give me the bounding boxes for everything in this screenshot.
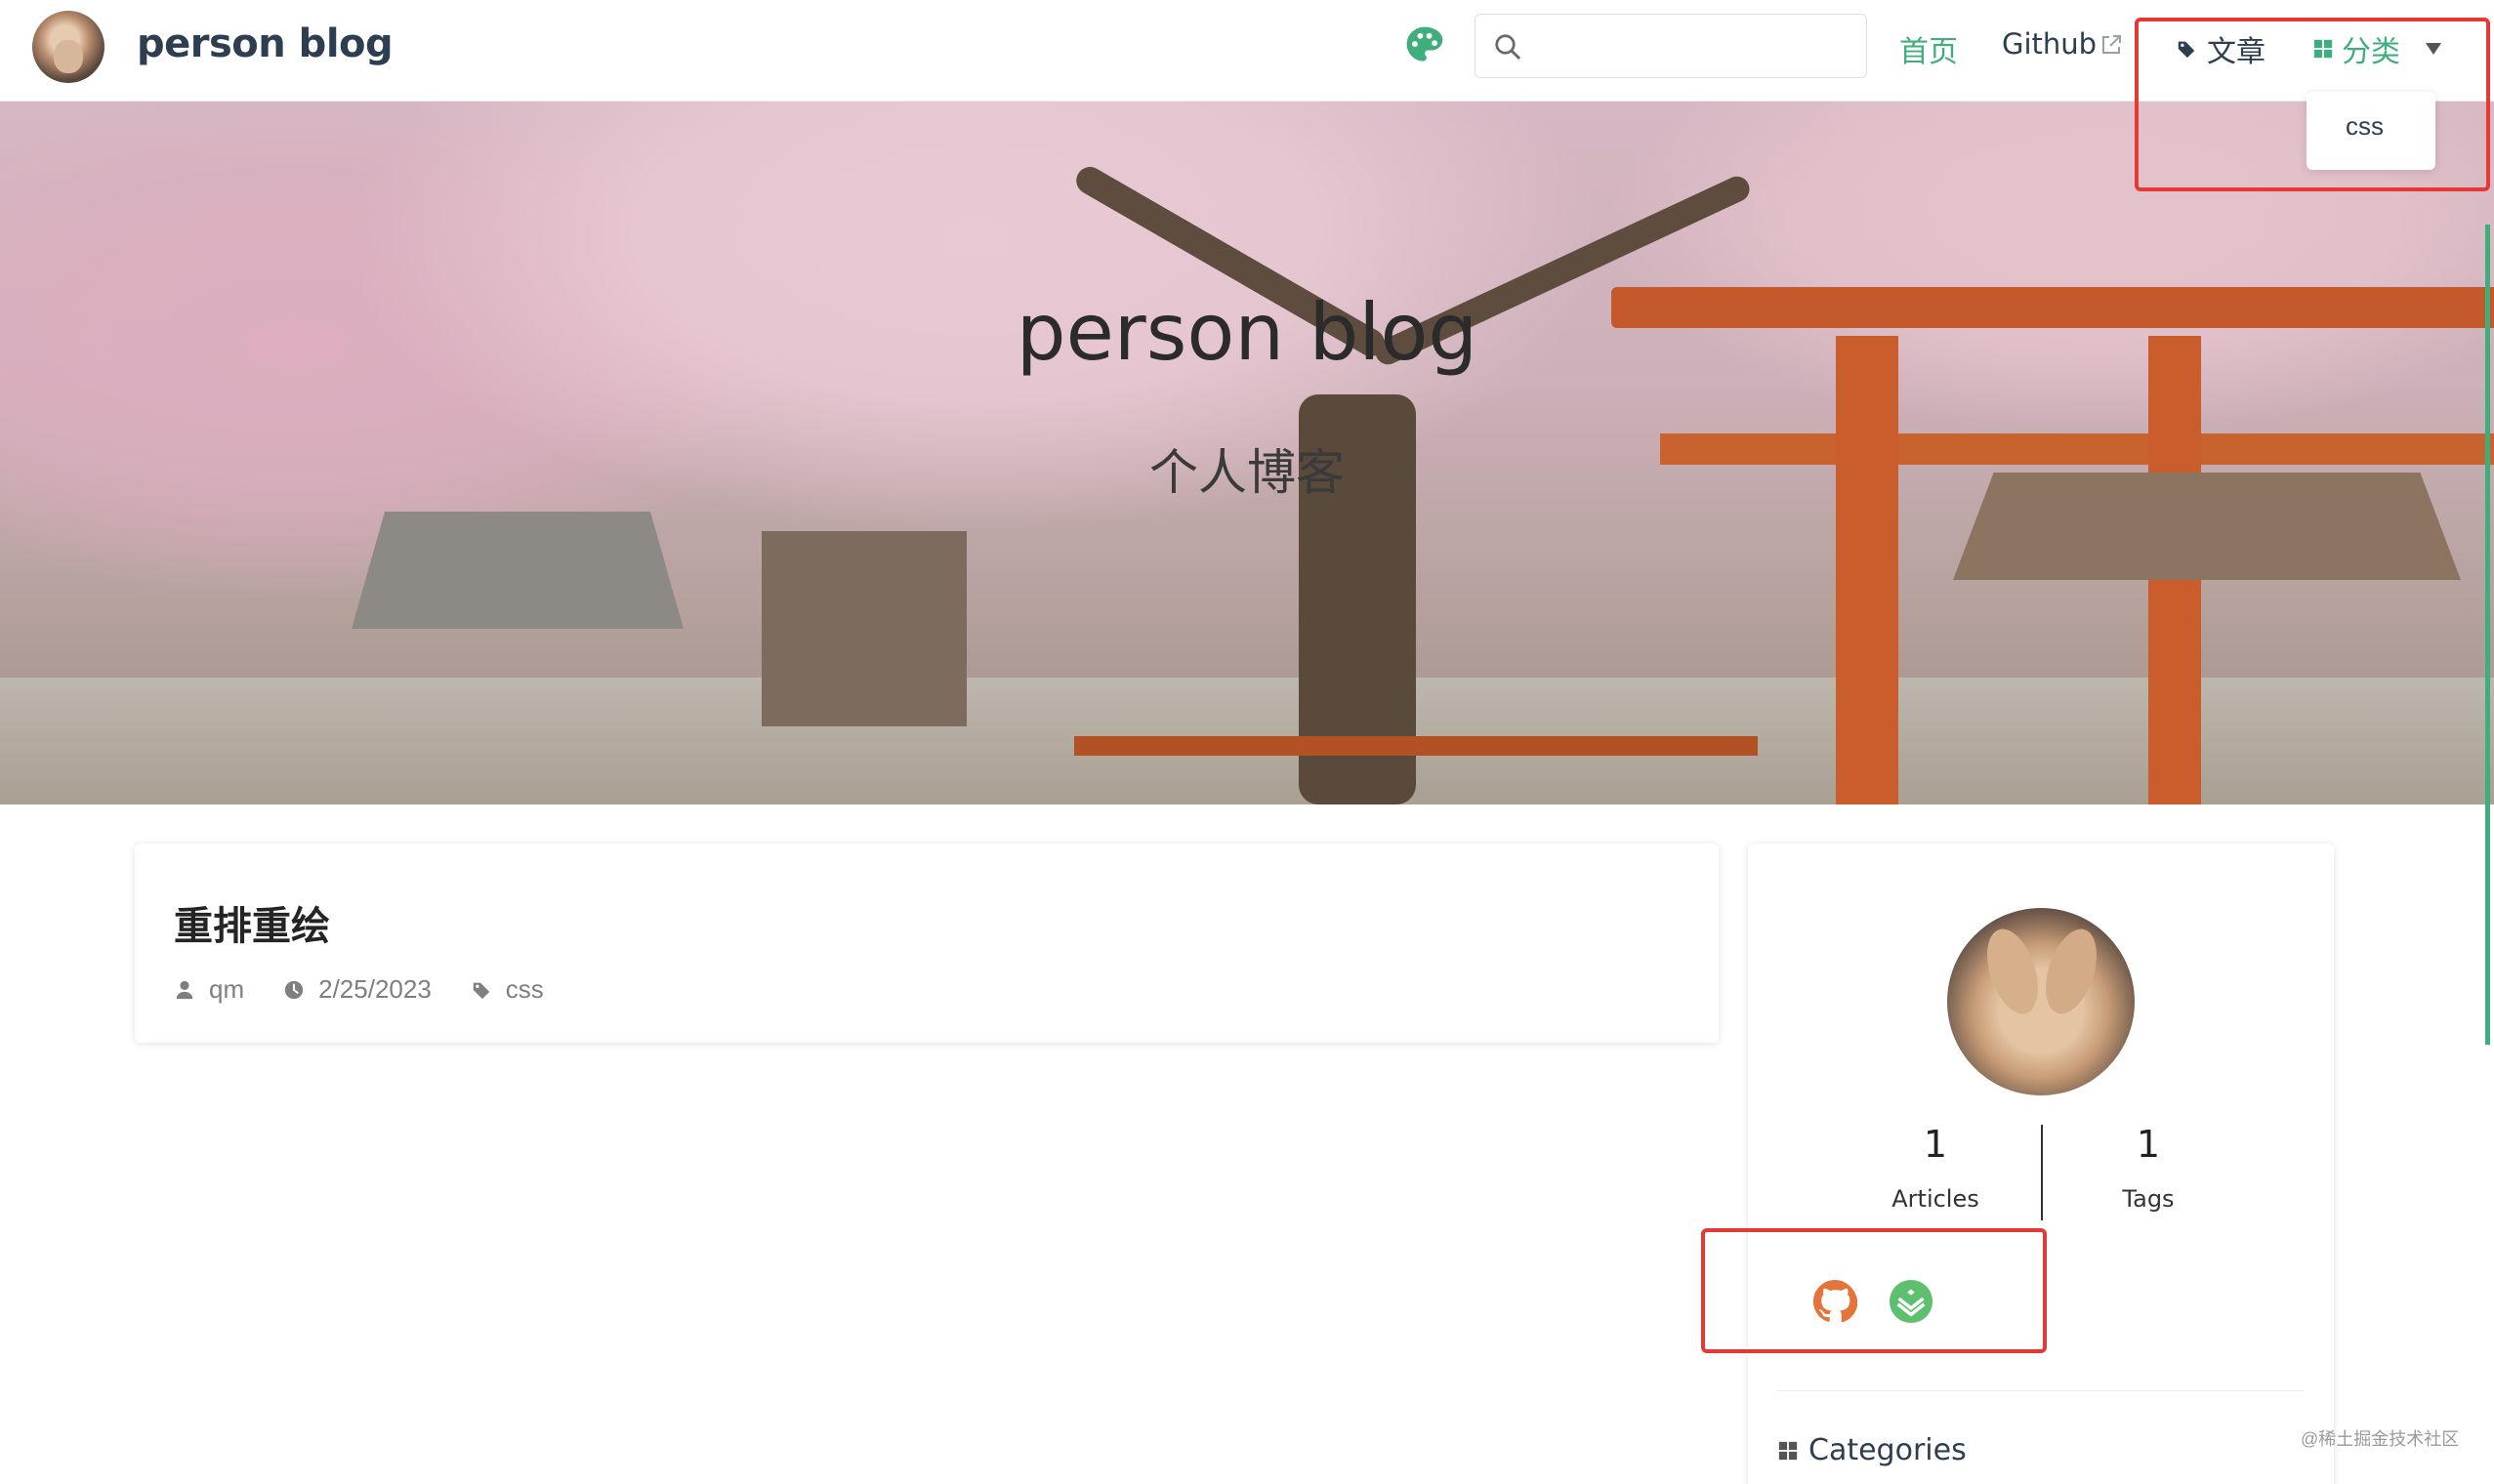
tags-count: 1 xyxy=(2136,1123,2161,1166)
hero-subtitle: 个人博客 xyxy=(1149,445,1345,500)
juejin-icon[interactable] xyxy=(1889,1279,1933,1324)
nav-articles-label: 文章 xyxy=(2207,36,2265,68)
github-icon[interactable] xyxy=(1812,1279,1857,1324)
hero-banner: person blog 个人博客 xyxy=(0,102,2494,804)
nav-github-link[interactable]: Github xyxy=(2002,27,2097,61)
chevron-down-icon xyxy=(2426,43,2441,55)
post-date: 2/25/2023 xyxy=(283,974,432,1005)
dropdown-item-css[interactable]: css xyxy=(2346,111,2384,142)
watermark: @稀土掘金技术社区 xyxy=(2301,1429,2460,1449)
hero-kiosk xyxy=(762,531,967,726)
site-logo-avatar[interactable] xyxy=(32,11,104,83)
categories-dropdown-menu: css xyxy=(2307,92,2435,170)
external-link-icon xyxy=(2102,35,2121,54)
post-meta: qm 2/25/2023 css xyxy=(174,974,583,1005)
categories-heading-label: Categories xyxy=(1808,1433,1967,1467)
clock-icon xyxy=(284,980,304,999)
post-title[interactable]: 重排重绘 xyxy=(174,894,330,951)
navbar: person blog 首页 Github 文章 分类 xyxy=(0,0,2494,102)
profile-sidebar: 1 Articles 1 Tags Categories xyxy=(1748,844,2334,1484)
scroll-indicator[interactable] xyxy=(2485,225,2490,1045)
tag-icon xyxy=(2178,41,2195,59)
user-icon xyxy=(176,980,193,999)
articles-stat[interactable]: 1 Articles xyxy=(1838,1123,2033,1213)
profile-avatar xyxy=(1947,908,2135,1095)
hero-torii-pillar xyxy=(1836,336,1898,804)
post-card[interactable]: 重排重绘 qm 2/25/2023 css xyxy=(135,844,1719,1043)
post-tag[interactable]: css xyxy=(471,974,544,1005)
post-tag-label[interactable]: css xyxy=(506,974,544,1005)
nav-categories-dropdown[interactable]: 分类 xyxy=(2312,27,2441,70)
articles-label: Articles xyxy=(1891,1185,1979,1213)
tags-stat[interactable]: 1 Tags xyxy=(2051,1123,2246,1213)
grid-icon xyxy=(2313,39,2333,59)
site-name[interactable]: person blog xyxy=(137,21,394,66)
nav-home-link[interactable]: 首页 xyxy=(1899,27,1958,70)
palette-icon[interactable] xyxy=(1403,23,1446,66)
sidebar-divider xyxy=(1777,1390,2305,1391)
search-box[interactable] xyxy=(1475,14,1867,78)
nav-articles-link[interactable]: 文章 xyxy=(2176,27,2265,70)
stat-divider xyxy=(2041,1125,2043,1220)
post-author: qm xyxy=(174,974,244,1005)
grid-icon xyxy=(1778,1441,1798,1460)
hero-fence xyxy=(1074,736,1758,756)
hero-title: person blog xyxy=(1016,287,1478,378)
hero-building xyxy=(352,512,684,629)
categories-heading: Categories xyxy=(1777,1433,1967,1467)
search-icon xyxy=(1495,34,1520,60)
tag-icon xyxy=(473,982,490,999)
tags-label: Tags xyxy=(2122,1185,2175,1213)
search-input[interactable] xyxy=(1534,22,1856,69)
post-author-name: qm xyxy=(209,974,245,1004)
articles-count: 1 xyxy=(1923,1123,1948,1166)
nav-categories-label: 分类 xyxy=(2342,36,2400,68)
post-date-value: 2/25/2023 xyxy=(318,974,432,1004)
